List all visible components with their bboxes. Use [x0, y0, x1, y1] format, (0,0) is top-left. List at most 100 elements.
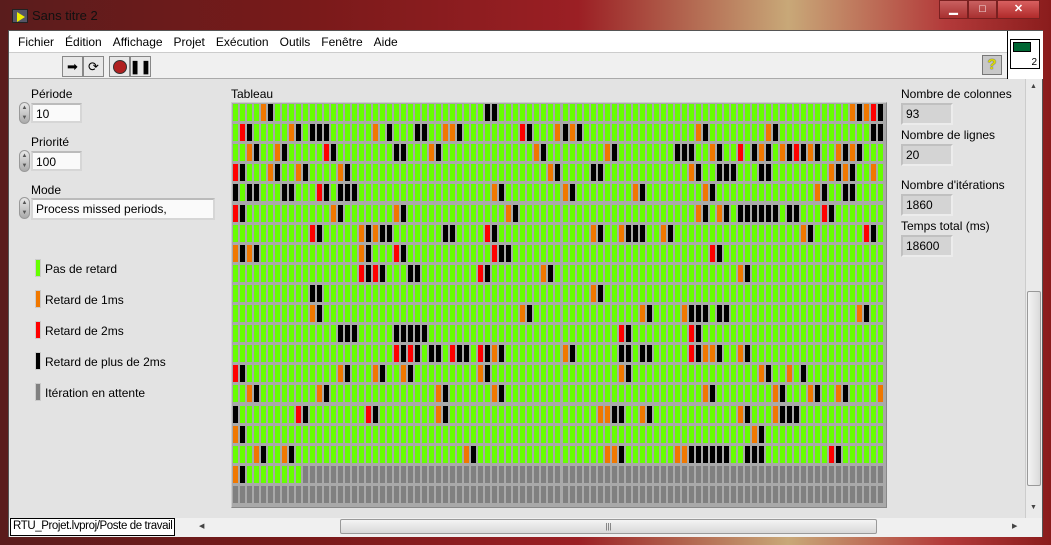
table-cell — [793, 365, 799, 383]
pause-button[interactable]: ❚❚ — [130, 56, 151, 77]
table-cell — [674, 144, 680, 162]
table-cell — [240, 264, 245, 282]
menu-projet[interactable]: Projet — [173, 31, 211, 52]
table-cell — [611, 104, 617, 122]
priorite-increment-decrement[interactable]: ▲ ▼ — [19, 150, 30, 172]
table-cell — [618, 184, 624, 202]
table-cell — [387, 104, 393, 122]
help-button[interactable]: ? — [982, 55, 1002, 75]
table-cell — [611, 385, 617, 403]
table-cell — [443, 184, 449, 202]
menu-fichier[interactable]: Fichier — [17, 31, 60, 52]
table-cell — [289, 465, 295, 483]
table-cell — [751, 184, 757, 202]
table-cell — [541, 465, 547, 483]
table-cell — [681, 184, 687, 202]
legend-label: Pas de retard — [45, 262, 118, 276]
table-cell — [681, 325, 687, 343]
table-cell — [618, 144, 624, 162]
table-cell — [751, 445, 757, 463]
table-cell — [618, 284, 624, 302]
scroll-left-arrow-icon[interactable]: ◀ — [199, 522, 204, 530]
table-cell — [492, 465, 498, 483]
close-button[interactable]: ✕ — [997, 0, 1040, 19]
menu-outils[interactable]: Outils — [279, 31, 317, 52]
table-cell — [541, 244, 547, 262]
table-cell — [415, 325, 421, 343]
table-cell — [289, 365, 295, 383]
table-cell — [485, 164, 491, 182]
table-cell — [863, 144, 869, 162]
vi-icon[interactable]: 2 — [1007, 31, 1043, 79]
table-cell — [660, 224, 666, 242]
table-cell — [597, 124, 603, 142]
table-cell — [415, 485, 421, 503]
maximize-button[interactable]: □ — [968, 0, 997, 19]
front-panel: Période ▲ ▼ 10 Priorité ▲ ▼ 100 Mode ▲ ▼ Pr… — [9, 79, 1025, 518]
vertical-scrollbar[interactable]: ▲ ▼ — [1025, 79, 1042, 518]
table-cell — [317, 184, 323, 202]
mode-ring-arrows[interactable]: ▲ ▼ — [19, 197, 30, 219]
table-cell — [338, 244, 344, 262]
mode-ring[interactable]: Process missed periods, — [31, 198, 215, 220]
table-cell — [345, 284, 351, 302]
priorite-input[interactable]: 100 — [31, 151, 82, 171]
table-cell — [576, 405, 582, 423]
table-cell — [240, 224, 245, 242]
table-cell — [520, 485, 526, 503]
table-cell — [583, 264, 589, 282]
table-cell — [583, 244, 589, 262]
project-path[interactable]: RTU_Projet.lvproj/Poste de travail — [10, 518, 176, 536]
table-cell — [233, 164, 238, 182]
table-cell — [506, 284, 512, 302]
scroll-down-arrow-icon[interactable]: ▼ — [1030, 504, 1037, 511]
menu-execution[interactable]: Exécution — [215, 31, 275, 52]
table-cell — [471, 284, 477, 302]
table-cell — [457, 224, 463, 242]
menu-fenetre[interactable]: Fenêtre — [320, 31, 368, 52]
menu-edition[interactable]: Édition — [64, 31, 108, 52]
table-cell — [695, 104, 701, 122]
table-cell — [597, 425, 603, 443]
table-cell — [688, 345, 694, 363]
table-cell — [366, 405, 372, 423]
menu-aide[interactable]: Aide — [373, 31, 404, 52]
horizontal-scroll-thumb[interactable]: ||| — [340, 519, 877, 534]
table-cell — [632, 244, 638, 262]
table-cell — [751, 485, 757, 503]
table-cell — [772, 284, 778, 302]
table-cell — [786, 425, 792, 443]
run-continuously-button[interactable]: ⟳ — [83, 56, 104, 77]
menu-affichage[interactable]: Affichage — [112, 31, 169, 52]
table-cell — [254, 345, 260, 363]
table-cell — [611, 144, 617, 162]
table-cell — [856, 305, 862, 323]
table-cell — [310, 425, 316, 443]
table-cell — [562, 445, 568, 463]
minimize-button[interactable]: ▁ — [939, 0, 968, 19]
table-cell — [674, 305, 680, 323]
table-cell — [457, 445, 463, 463]
table-cell — [800, 224, 806, 242]
table-cell — [492, 144, 498, 162]
table-cell — [415, 204, 421, 222]
vertical-scroll-thumb[interactable] — [1027, 291, 1041, 486]
table-cell — [527, 204, 533, 222]
table-cell — [786, 264, 792, 282]
table-cell — [849, 184, 855, 202]
table-cell — [737, 385, 743, 403]
table-cell — [821, 204, 827, 222]
table-cell — [548, 465, 554, 483]
scroll-up-arrow-icon[interactable]: ▲ — [1030, 83, 1037, 90]
periode-input[interactable]: 10 — [31, 103, 82, 123]
colonnes-value: 93 — [901, 103, 953, 125]
run-button[interactable]: ➡ — [62, 56, 83, 77]
table-cell — [478, 425, 484, 443]
table-cell — [688, 325, 694, 343]
table-cell — [254, 104, 260, 122]
abort-button[interactable] — [109, 56, 130, 77]
scroll-right-arrow-icon[interactable]: ▶ — [1012, 522, 1017, 530]
periode-increment-decrement[interactable]: ▲ ▼ — [19, 102, 30, 124]
table-cell — [548, 405, 554, 423]
table-cell — [653, 104, 659, 122]
